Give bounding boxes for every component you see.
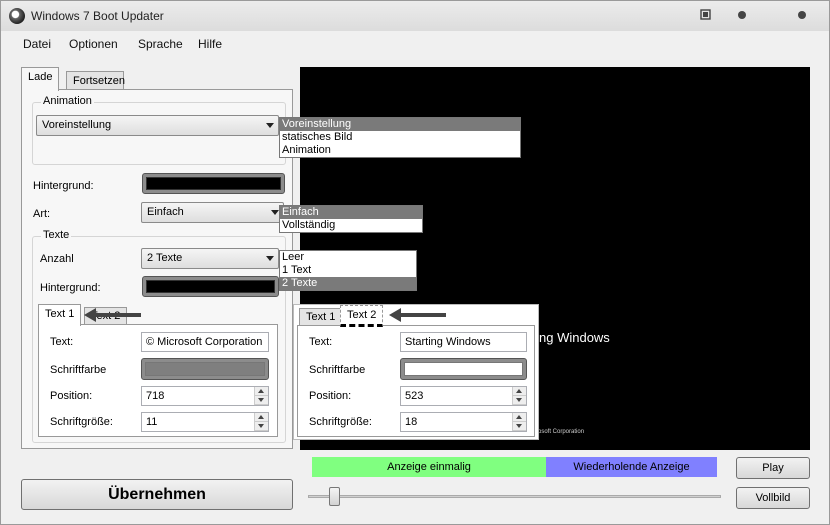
menu-optionen[interactable]: Optionen	[69, 37, 118, 51]
spin-up-icon[interactable]	[513, 387, 526, 396]
chevron-down-icon	[271, 210, 279, 215]
chevron-down-icon	[266, 256, 274, 261]
type-combo[interactable]: Einfach	[141, 202, 284, 223]
dropdown-option[interactable]: Animation	[280, 144, 520, 157]
play-button[interactable]: Play	[736, 457, 810, 479]
tab-lade[interactable]: Lade	[21, 67, 60, 91]
text2-size-spinner[interactable]: 18	[400, 412, 527, 432]
text-count-label: Anzahl	[40, 253, 74, 265]
spin-up-icon[interactable]	[255, 387, 268, 396]
text1-position-spinner[interactable]: 718	[141, 386, 269, 406]
type-dropdown: Einfach Vollständig	[279, 205, 423, 233]
app-window: Windows 7 Boot Updater Datei Optionen Sp…	[0, 0, 830, 525]
text2-text-label: Text:	[309, 336, 333, 348]
text1-color-picker[interactable]	[141, 358, 269, 380]
text2-color-picker[interactable]	[400, 358, 527, 380]
text2-color-label: Schriftfarbe	[309, 364, 366, 376]
animation-combo-value: Voreinstellung	[42, 119, 112, 131]
tab-fortsetzen[interactable]: Fortsetzen	[66, 71, 125, 91]
dropdown-option[interactable]: Voreinstellung	[280, 118, 520, 131]
text-count-dropdown: Leer 1 Text 2 Texte	[279, 250, 417, 291]
close-button[interactable]	[795, 8, 809, 22]
dropdown-option[interactable]: 2 Texte	[280, 277, 416, 290]
spin-down-icon[interactable]	[255, 396, 268, 405]
app-icon	[9, 8, 25, 24]
type-label: Art:	[33, 208, 51, 220]
timeline-slider-thumb[interactable]	[329, 487, 340, 506]
dropdown-option[interactable]: Einfach	[280, 206, 422, 219]
type-combo-value: Einfach	[147, 206, 184, 218]
animation-combo[interactable]: Voreinstellung	[36, 115, 279, 136]
minimize-button[interactable]	[735, 8, 749, 22]
text1-size-value: 11	[146, 416, 158, 428]
spin-up-icon[interactable]	[513, 413, 526, 422]
spin-down-icon[interactable]	[255, 422, 268, 431]
window-title: Windows 7 Boot Updater	[31, 9, 164, 23]
preview-starting-text: ng Windows	[539, 330, 610, 345]
animation-dropdown: Voreinstellung statisches Bild Animation	[279, 117, 521, 158]
text1-text-label: Text:	[50, 336, 74, 348]
background-label: Hintergrund:	[33, 180, 94, 192]
arrow-left-icon	[389, 308, 446, 322]
text2-position-value: 523	[405, 390, 424, 402]
menu-datei[interactable]: Datei	[23, 37, 51, 51]
arrow-left-icon	[84, 308, 141, 322]
text1-size-spinner[interactable]: 11	[141, 412, 269, 432]
title-bar: Windows 7 Boot Updater	[1, 1, 829, 31]
dropdown-option[interactable]: statisches Bild	[280, 131, 520, 144]
display-repeat-button[interactable]: Wiederholende Anzeige	[546, 457, 717, 477]
text1-position-label: Position:	[50, 390, 93, 402]
spinner-buttons[interactable]	[512, 387, 526, 405]
text2-size-value: 18	[405, 416, 418, 428]
text-background-swatch	[146, 280, 275, 293]
text1-text-input[interactable]: © Microsoft Corporation	[141, 332, 269, 352]
chevron-down-icon	[266, 123, 274, 128]
spinner-buttons[interactable]	[512, 413, 526, 431]
text2-size-label: Schriftgröße:	[309, 416, 372, 428]
background-color-swatch	[146, 177, 281, 190]
text2-position-spinner[interactable]: 523	[400, 386, 527, 406]
texts-group-label: Texte	[41, 229, 72, 241]
text2-tab-text2[interactable]: Text 2	[340, 305, 384, 327]
preview-copyright-text: osoft Corporation	[538, 429, 585, 435]
text2-tab-text1[interactable]: Text 1	[299, 308, 343, 326]
menu-sprache[interactable]: Sprache	[138, 37, 183, 51]
display-once-button[interactable]: Anzeige einmalig	[312, 457, 546, 477]
text2-text-input[interactable]: Starting Windows	[400, 332, 527, 352]
fullscreen-button[interactable]: Vollbild	[736, 487, 810, 509]
text1-position-value: 718	[146, 390, 165, 402]
animation-group-label: Animation	[41, 95, 94, 107]
text1-color-label: Schriftfarbe	[50, 364, 107, 376]
text1-tab-text1[interactable]: Text 1	[38, 304, 82, 326]
text-count-value: 2 Texte	[147, 252, 183, 264]
timeline-slider-track[interactable]	[308, 495, 721, 498]
spin-up-icon[interactable]	[255, 413, 268, 422]
apply-button[interactable]: Übernehmen	[21, 479, 293, 510]
menu-hilfe[interactable]: Hilfe	[198, 37, 222, 51]
dropdown-option[interactable]: Vollständig	[280, 219, 422, 232]
spinner-buttons[interactable]	[254, 387, 268, 405]
spin-down-icon[interactable]	[513, 422, 526, 431]
restore-icon[interactable]	[699, 8, 713, 22]
dropdown-option[interactable]: Leer	[280, 251, 416, 264]
background-color-picker[interactable]	[142, 173, 285, 194]
text2-color-swatch	[404, 362, 523, 376]
text1-color-swatch	[145, 362, 265, 376]
text1-size-label: Schriftgröße:	[50, 416, 113, 428]
text2-position-label: Position:	[309, 390, 352, 402]
text-count-combo[interactable]: 2 Texte	[141, 248, 279, 269]
spinner-buttons[interactable]	[254, 413, 268, 431]
text-background-label: Hintergrund:	[40, 282, 101, 294]
dropdown-option[interactable]: 1 Text	[280, 264, 416, 277]
spin-down-icon[interactable]	[513, 396, 526, 405]
text-background-color-picker[interactable]	[142, 276, 279, 297]
menu-bar: Datei Optionen Sprache Hilfe	[1, 31, 829, 55]
